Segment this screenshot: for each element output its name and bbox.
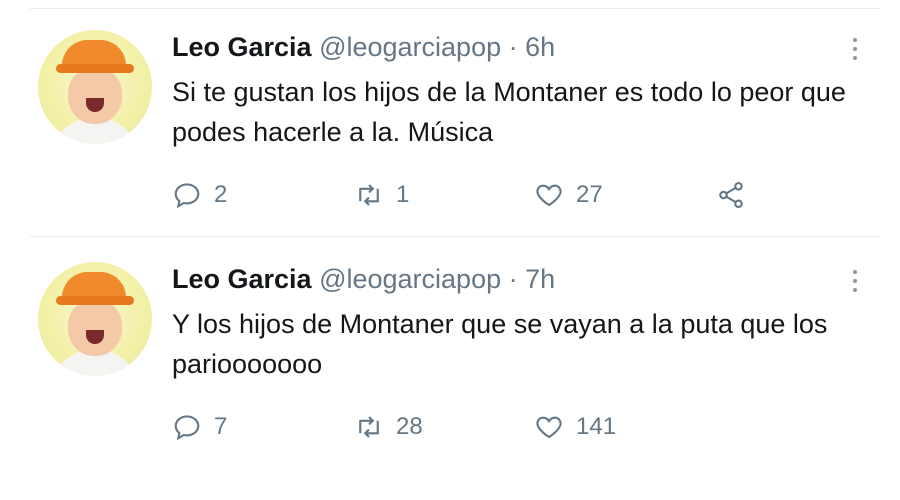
- avatar[interactable]: [38, 262, 152, 376]
- tweet-actions: 7 28 141: [172, 410, 812, 444]
- like-button[interactable]: 141: [534, 410, 616, 444]
- retweet-icon: [359, 184, 379, 206]
- like-count: 141: [576, 413, 617, 440]
- reply-button[interactable]: 2: [172, 178, 227, 212]
- heart-icon: [536, 184, 562, 207]
- more-icon[interactable]: [852, 270, 858, 294]
- tweet-header: Leo Garcia @leogarciapop · 6h: [172, 31, 555, 63]
- heart-icon: [536, 416, 562, 439]
- like-count: 27: [576, 181, 603, 208]
- tweet[interactable]: Leo Garcia @leogarciapop · 6h Si te gust…: [0, 0, 900, 230]
- reply-icon: [174, 183, 200, 209]
- avatar[interactable]: [38, 30, 152, 144]
- timestamp[interactable]: 6h: [525, 32, 555, 62]
- share-button[interactable]: [716, 180, 746, 215]
- separator: ·: [508, 264, 518, 294]
- reply-count: 2: [214, 181, 228, 208]
- tweet-text: Y los hijos de Montaner que se vayan a l…: [172, 309, 828, 379]
- author-name[interactable]: Leo Garcia: [172, 32, 312, 62]
- timestamp[interactable]: 7h: [525, 264, 555, 294]
- retweet-button[interactable]: 28: [354, 410, 423, 444]
- reply-icon: [174, 415, 200, 441]
- author-handle[interactable]: @leogarciapop: [319, 264, 501, 294]
- author-name[interactable]: Leo Garcia: [172, 264, 312, 294]
- author-handle[interactable]: @leogarciapop: [319, 32, 501, 62]
- separator: ·: [508, 32, 518, 62]
- tweet-header: Leo Garcia @leogarciapop · 7h: [172, 263, 555, 295]
- reply-count: 7: [214, 413, 228, 440]
- retweet-count: 1: [396, 181, 410, 208]
- retweet-icon: [359, 416, 379, 438]
- like-button[interactable]: 27: [534, 178, 603, 212]
- retweet-count: 28: [396, 413, 423, 440]
- reply-button[interactable]: 7: [172, 410, 227, 444]
- tweet-actions: 2 1 27: [172, 178, 812, 212]
- tweet[interactable]: Leo Garcia @leogarciapop · 7h Y los hijo…: [0, 232, 900, 462]
- share-icon: [719, 181, 743, 209]
- retweet-button[interactable]: 1: [354, 178, 409, 212]
- more-icon[interactable]: [852, 38, 858, 62]
- tweet-text: Si te gustan los hijos de la Montaner es…: [172, 77, 846, 147]
